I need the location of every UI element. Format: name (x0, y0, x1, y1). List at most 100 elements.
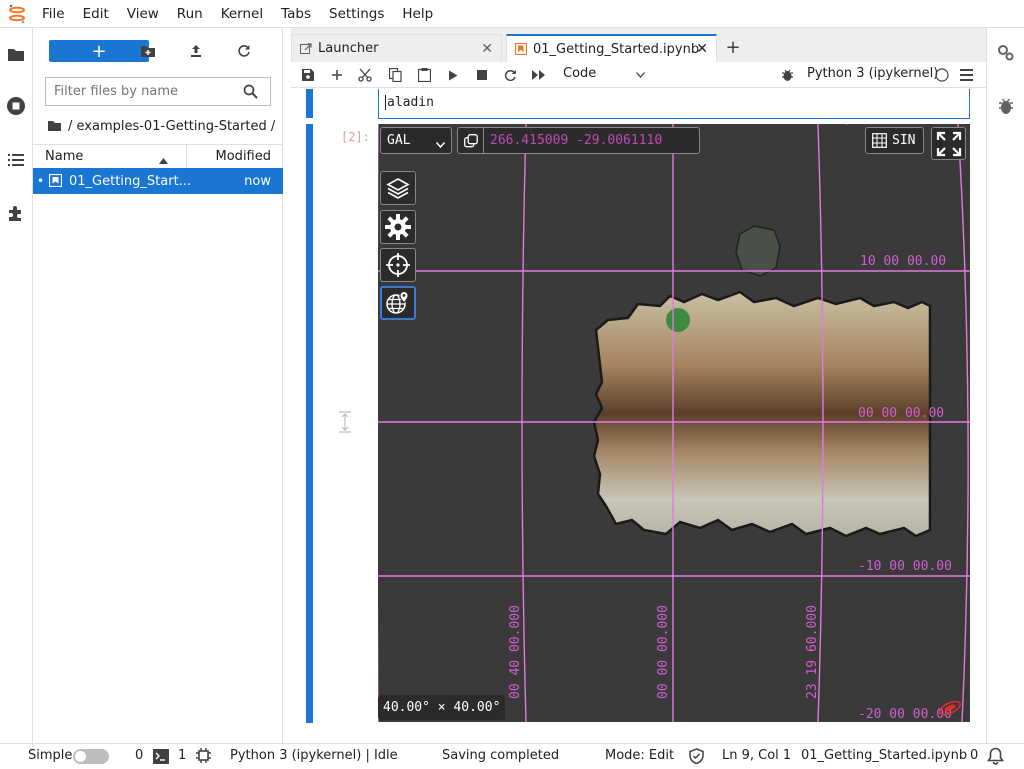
kernel-name[interactable]: Python 3 (ipykernel) (807, 66, 938, 81)
folder-icon[interactable] (5, 43, 27, 65)
copy-icon[interactable] (385, 65, 405, 85)
code-text: aladin (385, 95, 434, 110)
breadcrumb: / examples-01-Getting-Started / (47, 116, 275, 136)
menu-help[interactable]: Help (393, 0, 442, 28)
kernel-status-icon (932, 65, 952, 85)
tab-notebook[interactable]: 01_Getting_Started.ipynb ✕ (506, 34, 717, 62)
target-coordinates-input[interactable]: 266.415009 -29.0061110 (457, 127, 700, 154)
menu-settings[interactable]: Settings (320, 0, 393, 28)
menu-run[interactable]: Run (168, 0, 212, 28)
simple-mode-toggle[interactable] (73, 749, 109, 764)
restart-icon[interactable] (500, 65, 520, 85)
close-tab-icon[interactable]: ✕ (481, 41, 493, 57)
projection-button[interactable]: SIN (865, 127, 924, 154)
simple-mode-label: Simple (28, 748, 73, 763)
output-cell-marker[interactable] (306, 124, 313, 723)
add-tab-button[interactable]: + (721, 36, 745, 58)
new-launcher-button[interactable]: + (49, 40, 149, 62)
modified-column-header[interactable]: Modified (216, 149, 271, 164)
output-prompt: [2]: (341, 130, 370, 144)
cursor-position[interactable]: Ln 9, Col 1 (722, 748, 791, 763)
notebook-tab-icon (515, 43, 527, 55)
main-tab-bar: Launcher ✕ 01_Getting_Started.ipynb ✕ + (291, 28, 986, 62)
name-column-header[interactable]: Name (45, 149, 83, 164)
grid-label-ra-center: 00 00 00.000 (656, 605, 671, 699)
debugger-bug-icon[interactable] (777, 65, 797, 85)
running-indicator: • (37, 174, 45, 188)
kernels-count[interactable]: 1 (178, 748, 186, 763)
debugger-icon[interactable] (996, 96, 1016, 116)
column-divider (186, 145, 187, 169)
menu-bar: File Edit View Run Kernel Tabs Settings … (0, 0, 1024, 28)
grid-globe-icon (872, 133, 887, 148)
stop-icon[interactable] (472, 65, 492, 85)
grid-label-ra-right: 23 19 60.000 (805, 605, 820, 699)
chevron-down-icon (435, 137, 446, 152)
refresh-icon[interactable] (232, 40, 256, 62)
cut-icon[interactable] (355, 65, 375, 85)
menu-edit[interactable]: Edit (74, 0, 118, 28)
editor-mode: Mode: Edit (605, 748, 675, 763)
file-browser-toolbar: + (33, 28, 283, 73)
notifications-count[interactable]: 0 (970, 748, 978, 763)
tab-launcher[interactable]: Launcher ✕ (291, 34, 502, 62)
menu-tabs[interactable]: Tabs (272, 0, 320, 28)
chevron-down-icon (636, 67, 645, 82)
code-cell-input[interactable]: aladin (378, 89, 970, 119)
cell-type-value: Code (563, 66, 597, 81)
upload-icon[interactable] (184, 40, 208, 62)
copy-coordinates-icon[interactable] (458, 128, 484, 153)
sky-map[interactable]: 10 00 00.00 00 00 00.00 -10 00 00.00 -20… (378, 124, 970, 722)
menu-view[interactable]: View (118, 0, 168, 28)
jupyter-logo-icon (0, 0, 33, 28)
terminals-count[interactable]: 0 (135, 748, 143, 763)
settings-gear-icon[interactable] (380, 210, 416, 244)
menu-file[interactable]: File (33, 0, 74, 28)
menu-kernel[interactable]: Kernel (212, 0, 272, 28)
file-modified: now (244, 173, 271, 189)
status-filename: 01_Getting_Started.ipynb (801, 748, 968, 763)
file-name: 01_Getting_Start... (69, 173, 192, 189)
grid-label-dec-mid: -10 00 00.00 (858, 559, 952, 574)
shield-check-icon[interactable] (689, 748, 704, 768)
survey-tile (735, 225, 781, 277)
survey-source (666, 308, 690, 332)
run-icon[interactable] (443, 65, 463, 85)
file-list-item[interactable]: • 01_Getting_Start... now (33, 168, 283, 194)
tab-label: Launcher (318, 41, 379, 56)
frame-value: GAL (387, 133, 411, 148)
running-icon[interactable] (5, 95, 27, 117)
collapse-icon[interactable] (335, 410, 355, 434)
tab-label: 01_Getting_Started.ipynb (533, 41, 700, 57)
search-icon (243, 84, 258, 103)
fast-forward-icon[interactable] (529, 65, 549, 85)
layers-icon[interactable] (380, 171, 416, 205)
globe-location-icon[interactable] (380, 286, 416, 320)
property-inspector-icon[interactable] (996, 43, 1016, 63)
bell-icon[interactable] (987, 747, 1004, 769)
frame-select[interactable]: GAL (380, 127, 452, 154)
kernel-chip-icon[interactable] (196, 748, 211, 767)
file-filter-input[interactable]: Filter files by name (45, 77, 271, 106)
paste-icon[interactable] (414, 65, 434, 85)
cell-type-dropdown[interactable]: Code (563, 66, 648, 81)
breadcrumb-path[interactable]: / examples-01-Getting-Started / (68, 119, 275, 134)
toc-icon[interactable] (5, 149, 27, 171)
grid-label-dec-center: 00 00 00.00 (858, 406, 944, 421)
terminal-icon[interactable] (153, 749, 169, 768)
status-bar: Simple 0 1 Python 3 (ipykernel) | Idle S… (0, 743, 1024, 768)
grid-label-dec-bottom: -20 00 00.00 (858, 707, 952, 722)
save-icon[interactable] (298, 65, 318, 85)
active-cell-marker (306, 89, 313, 118)
close-tab-icon[interactable]: ✕ (696, 41, 708, 57)
menu-hamburger-icon[interactable] (956, 65, 976, 85)
insert-cell-icon[interactable] (327, 65, 347, 85)
extension-icon[interactable] (5, 202, 27, 224)
aladin-sky-viewer[interactable]: 10 00 00.00 00 00 00.00 -10 00 00.00 -20… (378, 124, 970, 722)
file-list-header: Name Modified (33, 144, 283, 169)
home-folder-icon[interactable] (47, 120, 62, 132)
kernel-status[interactable]: Python 3 (ipykernel) | Idle (230, 748, 398, 763)
fullscreen-icon[interactable] (931, 127, 966, 160)
target-crosshair-icon[interactable] (380, 248, 416, 282)
new-folder-icon[interactable] (136, 40, 160, 62)
